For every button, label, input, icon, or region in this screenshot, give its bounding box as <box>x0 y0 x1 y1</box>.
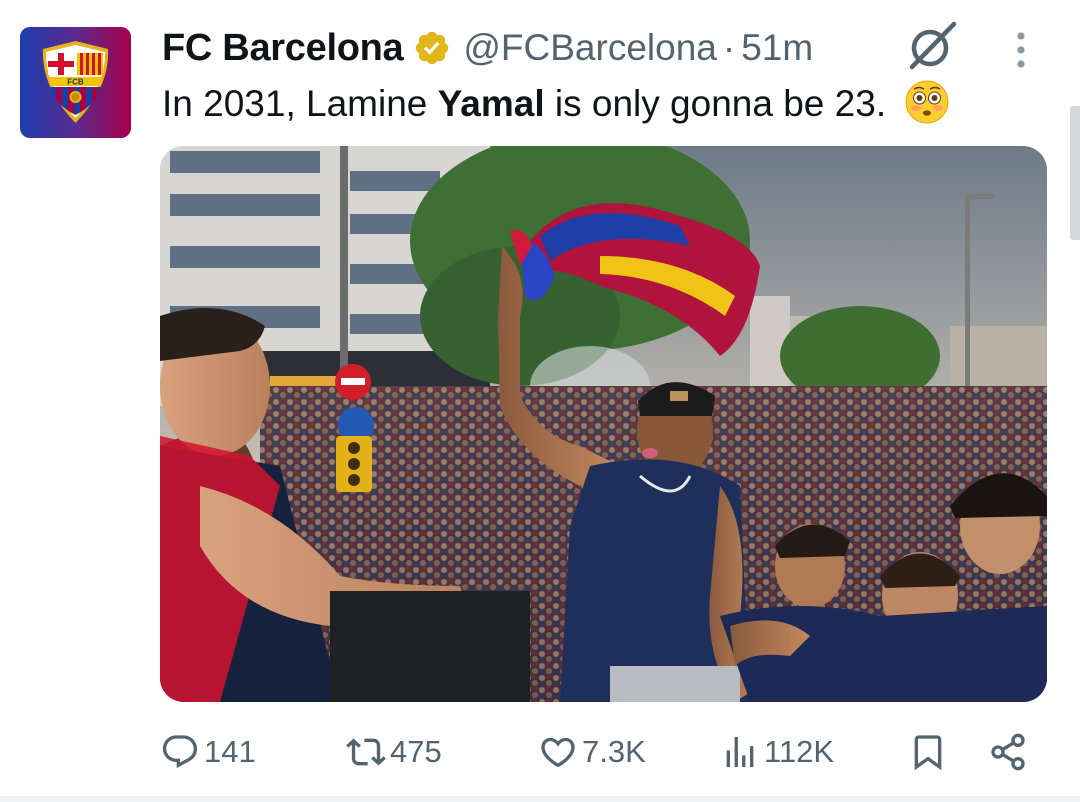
tweet-text-part: In 2031, Lamine <box>162 83 438 124</box>
share-icon <box>991 733 1025 771</box>
bookmark-icon <box>914 735 942 771</box>
reply-button[interactable]: 141 <box>160 720 256 784</box>
fc-barcelona-crest-icon: FCB <box>20 27 131 138</box>
more-options-icon[interactable] <box>1006 28 1036 72</box>
reply-icon <box>162 735 198 769</box>
author-display-name[interactable]: FC Barcelona <box>162 27 404 70</box>
reply-count: 141 <box>204 734 256 769</box>
tweet-text: In 2031, Lamine Yamal is only gonna be 2… <box>162 76 950 132</box>
divider <box>0 796 1080 802</box>
tweet-photo[interactable] <box>160 146 1047 702</box>
views-button[interactable]: 112K <box>720 720 834 784</box>
repost-button[interactable]: 475 <box>346 720 442 784</box>
views-count: 112K <box>764 734 835 769</box>
tweet-actions: 141 475 7.3K 112K <box>160 720 1040 784</box>
like-button[interactable]: 7.3K <box>538 720 646 784</box>
gold-verified-badge-icon[interactable] <box>413 29 451 67</box>
tweet-header: FC Barcelona @FCBarcelona · 51m <box>162 20 813 76</box>
share-button[interactable] <box>988 720 1032 784</box>
scrollbar[interactable] <box>1070 106 1080 240</box>
bookmark-button[interactable] <box>908 720 952 784</box>
separator-dot: · <box>722 27 736 68</box>
heart-icon <box>541 737 575 768</box>
tweet-timestamp[interactable]: 51m <box>741 27 813 69</box>
avatar[interactable]: FCB <box>20 27 131 138</box>
tweet[interactable]: FCB FC Barcelona @FCBarcelona · 51m In 2… <box>0 0 1080 802</box>
repost-count: 475 <box>390 734 442 769</box>
like-count: 7.3K <box>582 734 646 769</box>
tweet-text-part: is only gonna be 23. <box>544 83 887 124</box>
tweet-text-bold: Yamal <box>437 83 545 124</box>
repost-icon <box>346 738 386 766</box>
flushed-face-emoji-icon <box>905 80 949 124</box>
svg-text:FCB: FCB <box>67 78 84 87</box>
grok-icon[interactable] <box>906 20 958 72</box>
celebration-photo <box>160 146 1047 702</box>
author-handle[interactable]: @FCBarcelona <box>463 27 717 69</box>
views-chart-icon <box>726 737 754 767</box>
